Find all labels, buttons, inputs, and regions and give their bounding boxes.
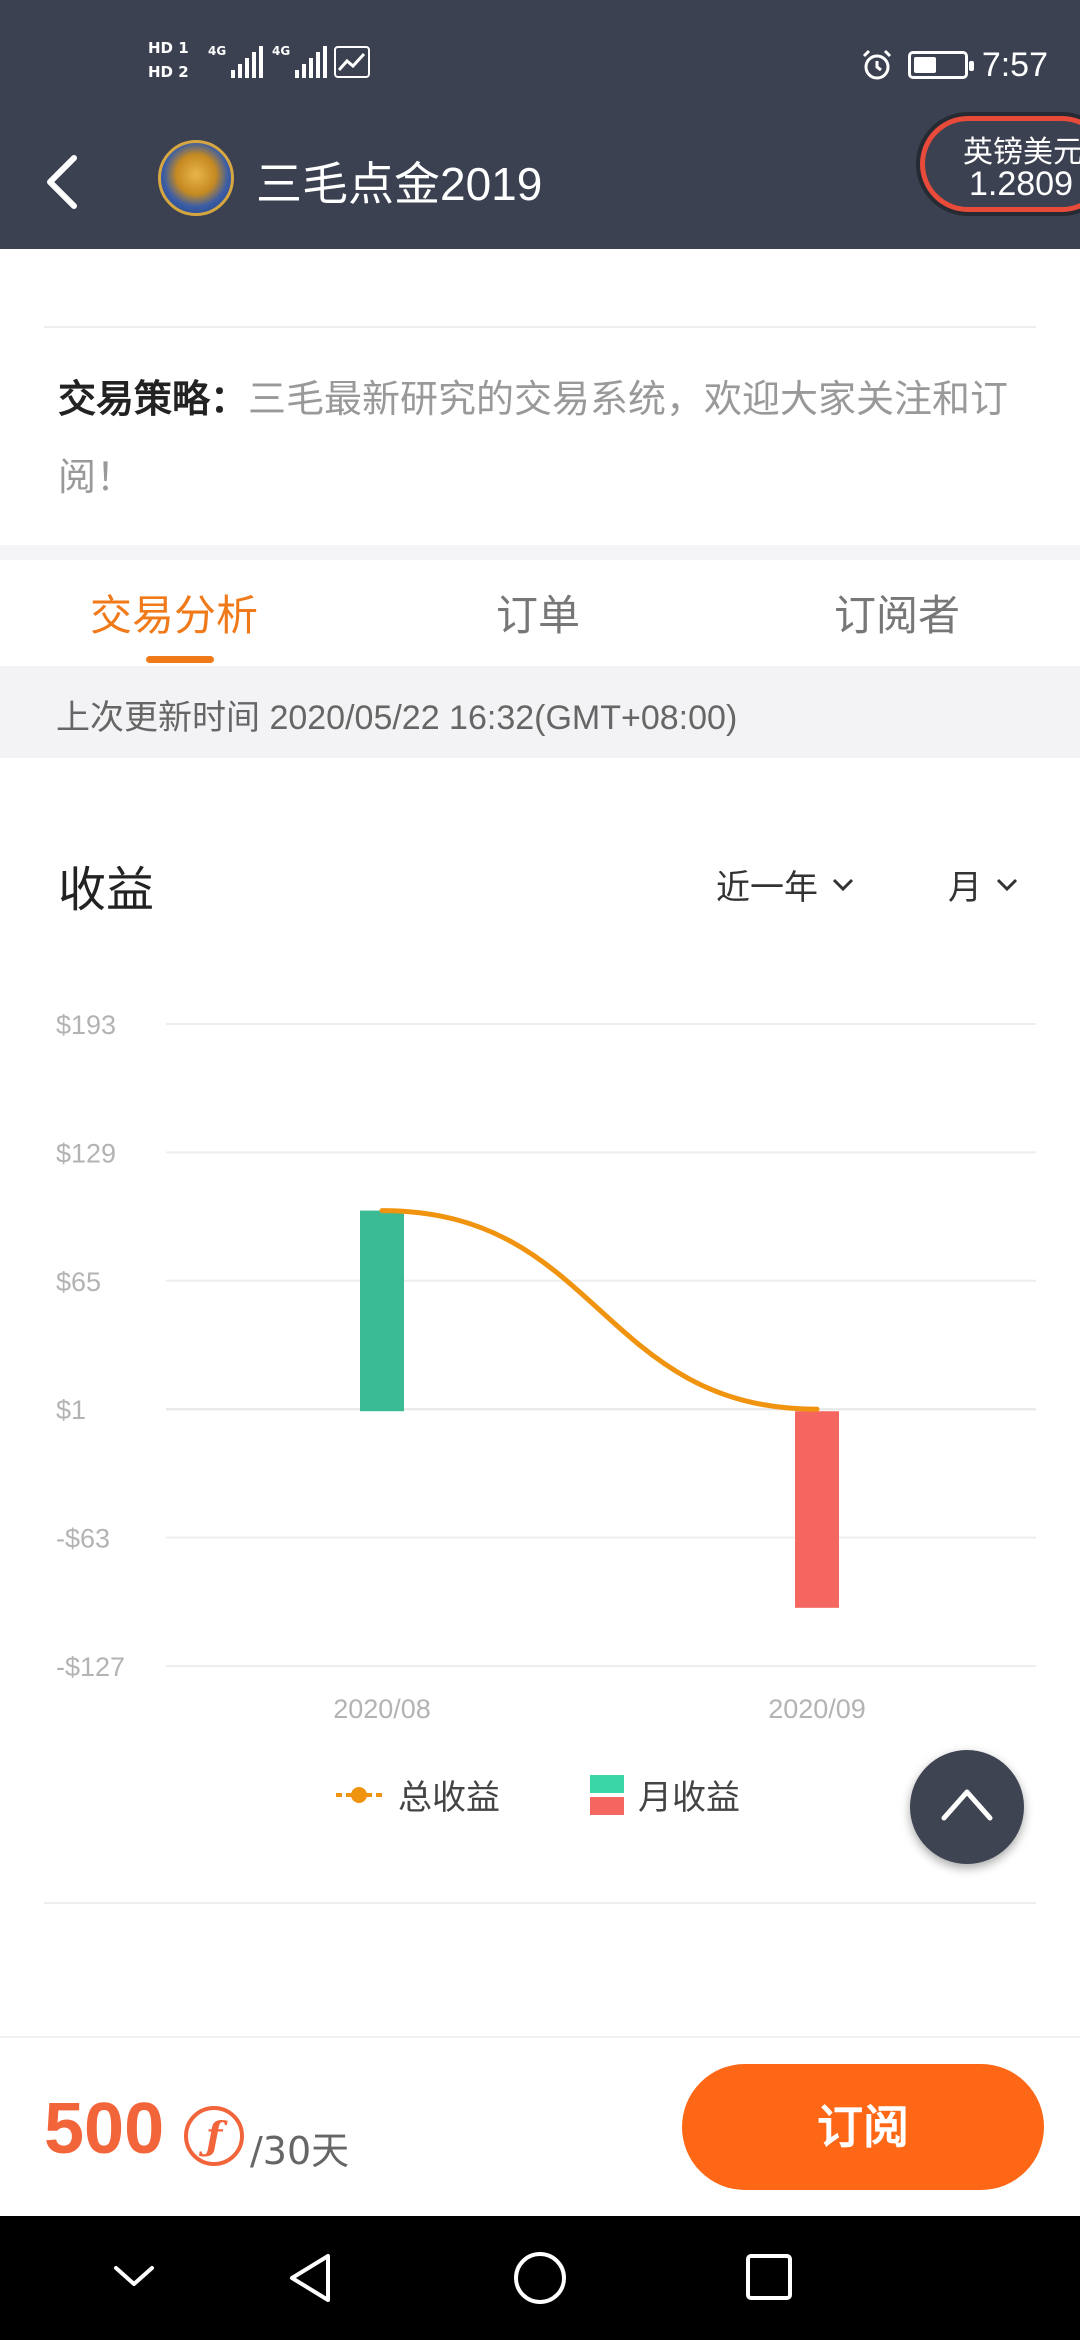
x-tick-label: 2020/09 — [768, 1694, 866, 1724]
clock: 7:57 — [981, 45, 1048, 84]
subscription-price: 500 — [44, 2089, 165, 2169]
divider — [44, 326, 1036, 328]
battery-icon — [907, 51, 974, 79]
legend-item-total[interactable]: 总收益 — [334, 1770, 500, 1819]
y-tick-label: $1 — [56, 1395, 86, 1425]
status-bar: HD 1 HD 2 4G 4G 7:57 — [0, 39, 1080, 90]
chevron-down-icon — [832, 878, 854, 891]
subscription-period: /30天 — [250, 2129, 350, 2173]
strategy-label: 交易策略： — [58, 377, 249, 421]
signal-icon: 4G — [208, 44, 264, 78]
strategy-text: 交易策略：三毛最新研究的交易系统，欢迎大家关注和订阅！ — [58, 360, 1038, 516]
legend-total-label: 总收益 — [398, 1778, 500, 1818]
status-right: 7:57 — [860, 40, 1048, 90]
screen: HD 1 HD 2 4G 4G 7:57 三毛点金2019 英镑美元 1.280… — [0, 0, 1080, 2340]
chart-app-icon — [334, 46, 370, 78]
legend-line-dot-icon — [336, 1786, 382, 1803]
chart-title: 收益 — [58, 862, 155, 918]
avatar[interactable] — [158, 140, 234, 216]
nav-home-icon[interactable] — [512, 2250, 568, 2306]
quote-price: 1.2809 — [969, 165, 1073, 203]
back-arrow-icon[interactable] — [38, 150, 90, 214]
tab-subscribers[interactable]: 订阅者 — [834, 582, 960, 643]
tab-orders[interactable]: 订单 — [496, 582, 580, 643]
tab-trade-analysis[interactable]: 交易分析 — [90, 582, 258, 643]
scroll-to-top-button[interactable] — [910, 1750, 1024, 1864]
coin-icon: ƒ — [184, 2106, 244, 2166]
period-filter[interactable]: 月 — [948, 860, 1018, 909]
legend-item-monthly[interactable]: 月收益 — [590, 1770, 740, 1819]
bar — [795, 1411, 839, 1608]
legend-squares-icon — [590, 1774, 624, 1815]
page-title: 三毛点金2019 — [256, 158, 543, 210]
blank-space — [0, 1904, 1080, 2036]
alarm-icon — [862, 49, 891, 80]
nav-row: 三毛点金2019 英镑美元 1.2809 — [0, 116, 1080, 230]
y-tick-label: $193 — [56, 1010, 116, 1040]
chevron-up-icon — [941, 1789, 993, 1821]
sim-indicator: HD 1 HD 2 — [148, 39, 189, 81]
range-filter[interactable]: 近一年 — [716, 860, 854, 909]
y-tick-label: -$63 — [56, 1524, 110, 1554]
tab-bar: 交易分析 订单 订阅者 — [0, 560, 1080, 666]
y-tick-label: $65 — [56, 1267, 101, 1297]
y-tick-label: -$127 — [56, 1652, 125, 1682]
app-header: HD 1 HD 2 4G 4G 7:57 三毛点金2019 英镑美元 1.280… — [0, 0, 1080, 249]
bar — [360, 1210, 404, 1412]
total-profit-line — [379, 1208, 820, 1412]
section-gap — [0, 545, 1080, 560]
quote-widget[interactable]: 英镑美元 1.2809 — [920, 116, 1080, 212]
nav-hide-icon[interactable] — [112, 2262, 156, 2292]
system-nav-bar — [0, 2216, 1080, 2340]
chevron-down-icon — [996, 878, 1018, 891]
nav-back-icon[interactable] — [284, 2250, 336, 2306]
subscribe-bar: 500 ƒ /30天 订阅 — [0, 2036, 1080, 2216]
profit-chart: $193 $129 $65 $1 -$63 -$127 2020/08 2020/09 — [56, 1010, 1036, 1724]
nav-recents-icon[interactable] — [744, 2252, 794, 2302]
scrolled-stats-row — [0, 249, 1080, 263]
signal-icon-2: 4G — [272, 44, 328, 78]
y-tick-label: $129 — [56, 1138, 116, 1168]
x-tick-label: 2020/08 — [333, 1694, 431, 1724]
active-tab-indicator — [146, 656, 214, 663]
legend-monthly-label: 月收益 — [638, 1778, 740, 1818]
last-update-bar: 上次更新时间 2020/05/22 16:32(GMT+08:00) — [0, 666, 1080, 758]
subscribe-button[interactable]: 订阅 — [682, 2064, 1044, 2190]
last-update-text: 上次更新时间 2020/05/22 16:32(GMT+08:00) — [56, 699, 738, 737]
